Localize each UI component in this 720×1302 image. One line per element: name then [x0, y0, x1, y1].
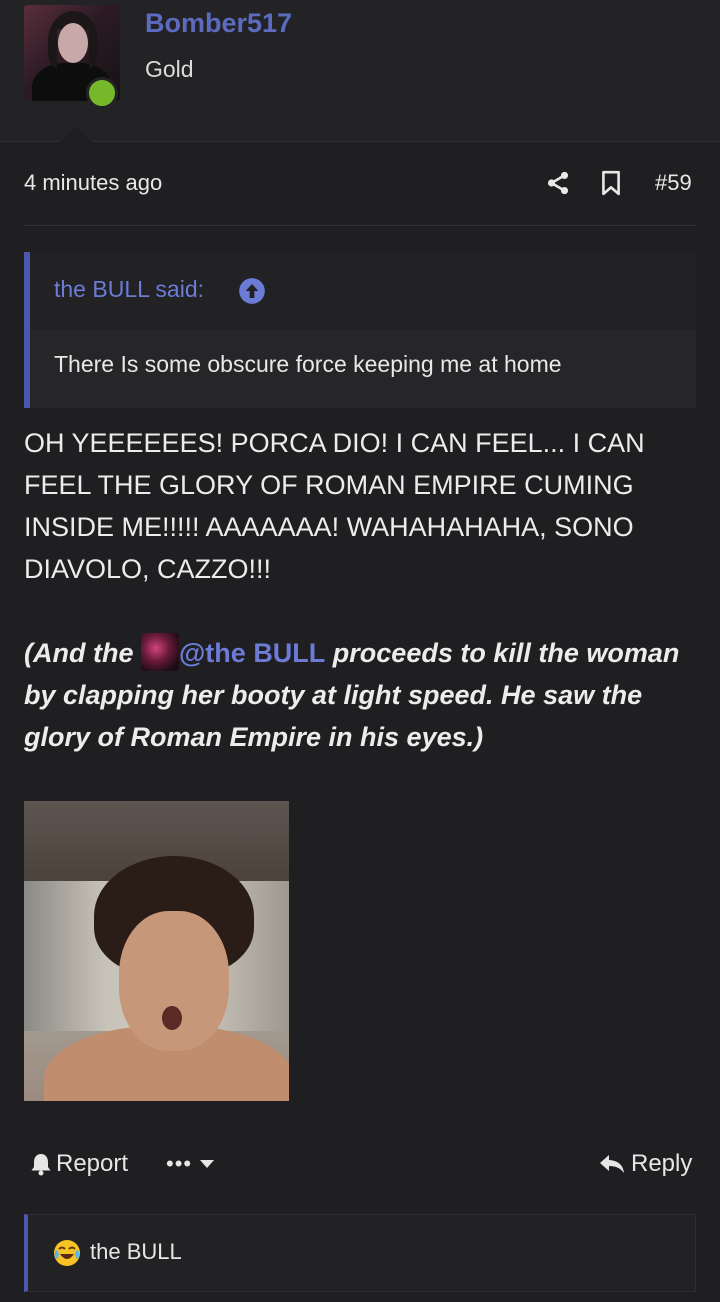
- reply-arrow-icon: [600, 1155, 624, 1173]
- arrow-up-circle-icon[interactable]: [238, 277, 266, 305]
- quote-header: the BULL said:: [30, 252, 696, 330]
- user-mention-link[interactable]: @the BULL: [179, 638, 325, 668]
- post-italic-text: (And the @the BULL proceeds to kill the …: [24, 632, 704, 758]
- post-meta: 4 minutes ago #59: [0, 142, 720, 226]
- message-pointer: [60, 126, 92, 142]
- image-mouth: [162, 1006, 182, 1030]
- post-body-text: OH YEEEEEES! PORCA DIO! I CAN FEEL... I …: [24, 428, 645, 584]
- post-timestamp[interactable]: 4 minutes ago: [24, 170, 162, 196]
- meta-divider: [24, 225, 696, 226]
- post-number-link[interactable]: #59: [655, 170, 692, 196]
- user-header: Bomber517 Gold: [0, 0, 720, 142]
- avatar-face: [58, 23, 88, 63]
- quote-text: There Is some obscure force keeping me a…: [54, 351, 562, 377]
- bell-icon: [31, 1154, 51, 1176]
- bookmark-icon[interactable]: [600, 170, 622, 196]
- user-title: Gold: [145, 56, 194, 82]
- laughing-crying-emoji-icon: [54, 1240, 80, 1266]
- embedded-image[interactable]: [24, 801, 289, 1101]
- reply-label: Reply: [631, 1150, 693, 1177]
- username-link[interactable]: Bomber517: [145, 8, 292, 39]
- image-face: [119, 911, 229, 1051]
- reaction-user-link[interactable]: the BULL: [90, 1239, 182, 1265]
- more-options-button[interactable]: •••: [166, 1148, 216, 1180]
- report-label: Report: [56, 1150, 129, 1177]
- mention-avatar: [140, 633, 179, 671]
- report-button[interactable]: Report: [30, 1148, 128, 1180]
- italic-prefix: (And the: [24, 638, 141, 668]
- share-icon[interactable]: [545, 170, 571, 196]
- post-actions: Report ••• Reply: [0, 1140, 720, 1190]
- reply-button[interactable]: Reply: [599, 1148, 692, 1180]
- chevron-down-icon: [200, 1160, 215, 1168]
- quote-block: the BULL said: There Is some obscure for…: [24, 252, 696, 408]
- reactions-bar[interactable]: the BULL: [24, 1214, 696, 1292]
- more-dots: •••: [166, 1151, 193, 1176]
- online-status-indicator: [86, 77, 118, 109]
- quote-author-link[interactable]: the BULL said:: [54, 276, 204, 303]
